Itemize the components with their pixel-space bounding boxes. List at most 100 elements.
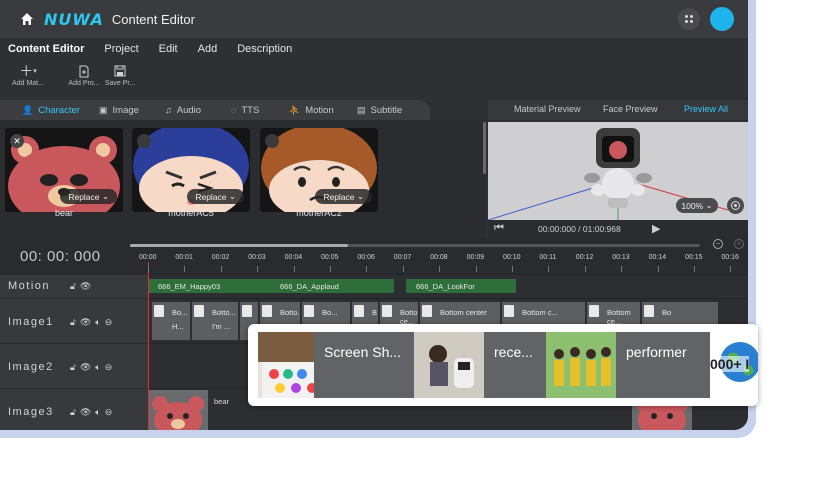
zoom-value: 100%	[681, 200, 704, 211]
asset-scrollbar[interactable]	[483, 122, 486, 174]
visibility-icon[interactable]: 👁︎	[80, 407, 91, 418]
save-project-label: Save Pr...	[104, 80, 136, 87]
tab-character[interactable]: 👤 Character	[22, 100, 80, 120]
tick-mark	[293, 266, 295, 272]
menu-content-editor[interactable]: Content Editor	[8, 43, 84, 55]
speech-icon: ◌	[231, 105, 237, 115]
mask-icon[interactable]: ⊖	[105, 317, 113, 328]
tab-image[interactable]: ▣ Image	[99, 100, 139, 120]
replace-button[interactable]: Replace ⌄	[315, 189, 372, 204]
play-icon[interactable]: ▶	[652, 222, 660, 235]
asset-grid: ✕ Replace ⌄ bear Replace ⌄ motherAC5 Rep…	[0, 120, 486, 238]
popup-tile-performer[interactable]: performer	[616, 332, 710, 398]
document-icon	[422, 305, 432, 317]
asset-card-bear[interactable]: ✕ Replace ⌄	[5, 128, 123, 212]
track-controls: 🔓︎ 👁︎ 🔈︎ ⊖	[70, 317, 112, 328]
menu-add[interactable]: Add	[198, 43, 218, 55]
motion-clip-group[interactable]: 666_EM_Happy03 666_DA_Applaud	[148, 279, 394, 293]
zoom-dropdown[interactable]: 100% ⌄	[676, 198, 718, 213]
tick-label: 00:12	[575, 254, 594, 261]
tab-motion[interactable]: ⛹ Motion	[289, 100, 334, 120]
tab-tts-label: TTS	[241, 104, 260, 116]
apps-grid-icon[interactable]	[678, 8, 700, 30]
tab-subtitle[interactable]: ▤ Subtitle	[357, 100, 402, 120]
skip-start-icon[interactable]: ⏮	[494, 222, 504, 235]
zoom-out-icon[interactable]: −	[713, 239, 723, 249]
tab-tts[interactable]: ◌ TTS	[231, 100, 259, 120]
tick-label: 00:07	[393, 254, 412, 261]
track-image1-header: Image1 🔓︎ 👁︎ 🔈︎ ⊖	[0, 298, 148, 343]
clip-title: Bottom center	[440, 308, 487, 317]
motion-clip[interactable]: 666_DA_LookFor	[406, 279, 516, 293]
clip-title: Bottom c...	[522, 308, 558, 317]
document-icon	[194, 305, 204, 317]
volume-icon[interactable]: 🔈︎	[95, 407, 100, 418]
tab-audio-label: Audio	[176, 104, 202, 116]
image1-clip[interactable]: Bo... H...	[150, 302, 190, 340]
popup-tile-reception[interactable]: rece...	[484, 332, 546, 398]
select-asset-icon[interactable]	[265, 134, 279, 148]
visibility-icon[interactable]: 👁︎	[80, 281, 91, 292]
tab-audio[interactable]: ♫ Audio	[165, 100, 201, 120]
track-image3-header: Image3 🔓︎ 👁︎ 🔈︎ ⊖	[0, 388, 148, 430]
menu-project[interactable]: Project	[104, 43, 138, 55]
unlock-icon[interactable]: 🔓︎	[70, 317, 76, 328]
playhead[interactable]	[148, 262, 149, 430]
volume-icon[interactable]: 🔈︎	[95, 317, 100, 328]
performers-image	[546, 332, 616, 398]
tab-face-preview[interactable]: Face Preview	[603, 104, 658, 114]
timeline-scrollbar-thumb[interactable]	[130, 244, 348, 247]
zoom-in-icon[interactable]: +	[734, 239, 744, 249]
tab-material-preview[interactable]: Material Preview	[514, 104, 581, 114]
clip-title: Bo	[662, 308, 672, 317]
replace-button[interactable]: Replace ⌄	[60, 189, 117, 204]
menu-description[interactable]: Description	[237, 43, 292, 55]
tick-mark	[257, 266, 259, 272]
replace-button[interactable]: Replace ⌄	[187, 189, 244, 204]
motion-clip-label: 666_DA_Applaud	[280, 281, 339, 291]
mask-icon[interactable]: ⊖	[105, 362, 113, 373]
select-asset-icon[interactable]	[137, 134, 151, 148]
home-icon[interactable]	[20, 12, 34, 26]
track-name: Image1	[8, 316, 54, 328]
tick-label: 00:11	[539, 254, 557, 261]
track-name: Motion	[8, 280, 51, 292]
tick-mark	[730, 266, 732, 272]
asset-name: bear	[54, 208, 73, 218]
save-project-button[interactable]: Save Pr...	[92, 62, 148, 87]
track-controls: 🔓︎ 👁︎ 🔈︎ ⊖	[70, 362, 112, 373]
tick-label: 00:14	[648, 254, 667, 261]
tick-mark	[402, 266, 404, 272]
menu-edit[interactable]: Edit	[159, 43, 178, 55]
globe-thumbnail[interactable]: 000+ I	[710, 332, 758, 398]
mask-icon[interactable]: ⊖	[105, 407, 113, 418]
tick-mark	[657, 266, 659, 272]
asset-card-motherac2[interactable]: Replace ⌄	[260, 128, 378, 212]
performer-thumbnail[interactable]	[546, 332, 616, 398]
visibility-icon[interactable]: 👁︎	[80, 317, 91, 328]
toolbar: ＋ ▾ Add Mat... Add Pro... Save Pr...	[0, 62, 748, 98]
timeline-current-time: 00: 00: 000	[0, 238, 148, 274]
track-name: Image3	[8, 406, 54, 418]
unlock-icon[interactable]: 🔓︎	[70, 281, 76, 292]
recenter-icon[interactable]	[727, 197, 744, 214]
unlock-icon[interactable]: 🔓︎	[70, 362, 76, 373]
user-avatar[interactable]	[710, 7, 734, 31]
title-bar: NUWA Content Editor	[0, 0, 748, 38]
clip-title: Bo...	[322, 308, 338, 317]
tick-mark	[548, 266, 550, 272]
visibility-icon[interactable]: 👁︎	[80, 362, 91, 373]
popup-tile-label: 000+ I	[710, 356, 750, 372]
remove-asset-icon[interactable]: ✕	[10, 134, 24, 148]
popup-tile-screenshot[interactable]: Screen Sh...	[314, 332, 414, 398]
image1-clip[interactable]: Botto... I'm ...	[190, 302, 238, 340]
tab-preview-all[interactable]: Preview All	[684, 104, 728, 114]
reception-thumbnail[interactable]	[414, 332, 484, 398]
add-material-button[interactable]: ＋ ▾ Add Mat...	[0, 62, 56, 87]
document-icon	[382, 305, 392, 317]
unlock-icon[interactable]: 🔓︎	[70, 407, 76, 418]
tick-label: 00:15	[685, 254, 703, 261]
asset-card-motherac5[interactable]: Replace ⌄	[132, 128, 250, 212]
image3-bear-clip[interactable]	[148, 390, 208, 430]
volume-icon[interactable]: 🔈︎	[95, 362, 100, 373]
